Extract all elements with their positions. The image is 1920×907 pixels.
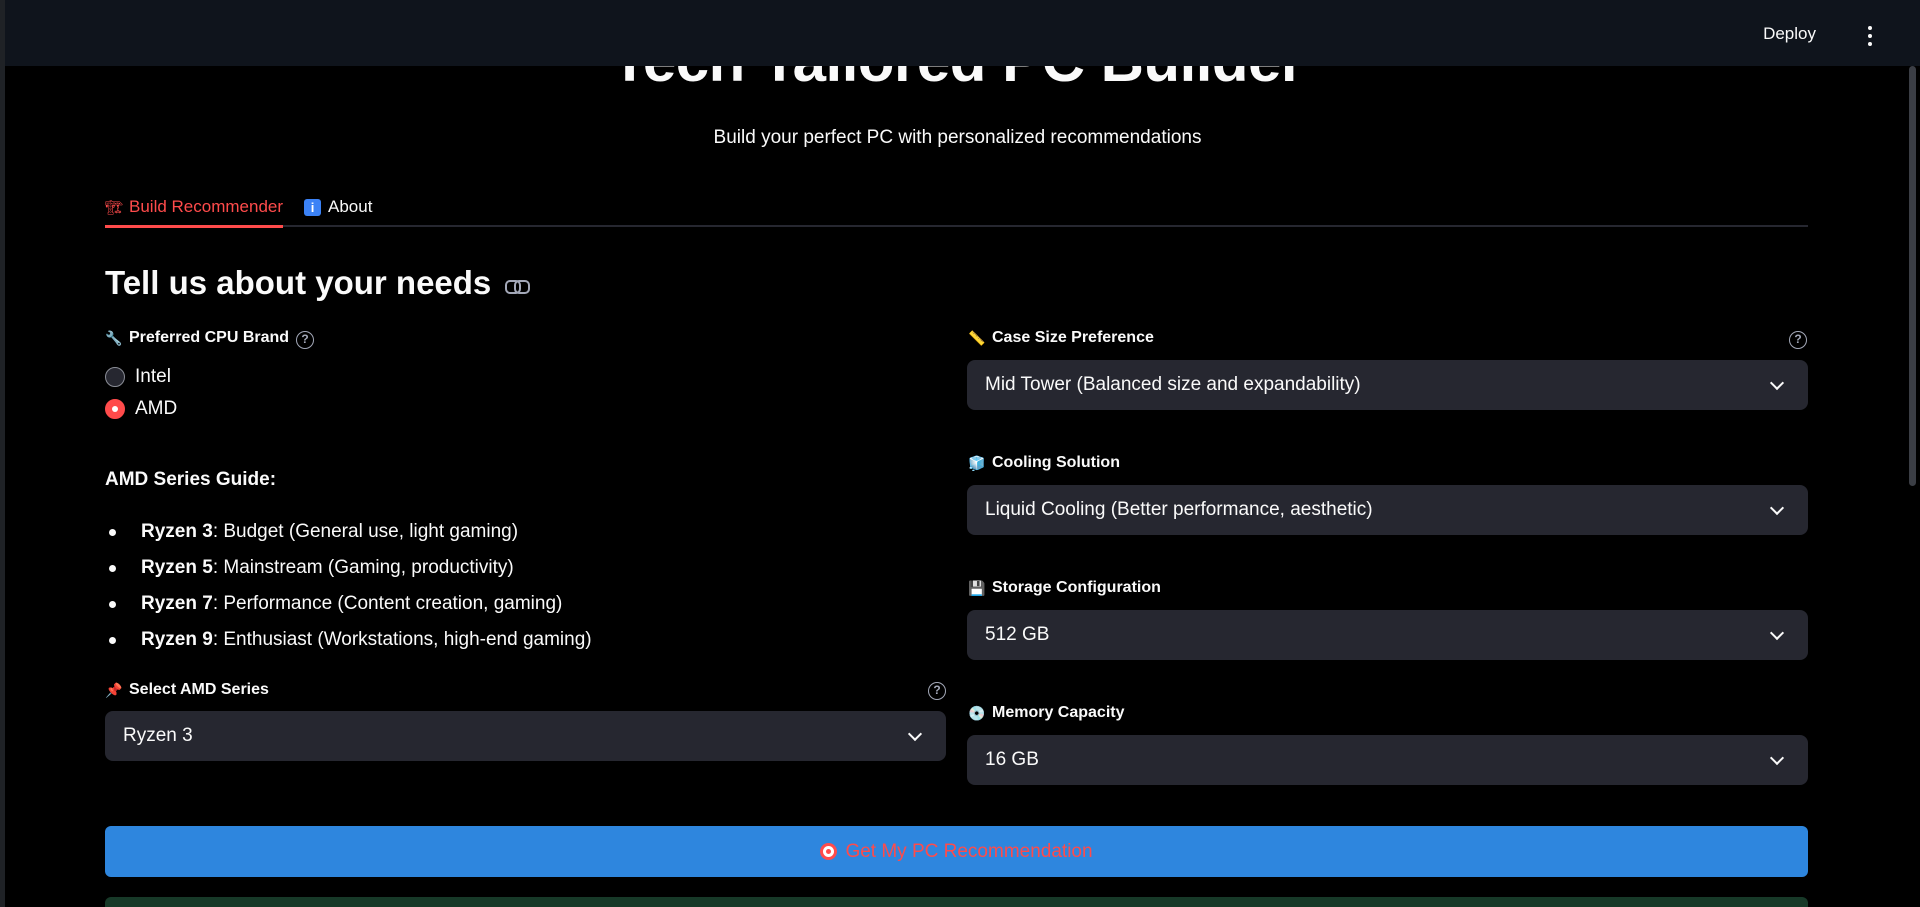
pushpin-icon: 📌 [105,681,123,698]
get-recommendation-label: Get My PC Recommendation [845,840,1093,862]
get-recommendation-button[interactable]: Get My PC Recommendation [105,826,1808,877]
list-item: Ryzen 7: Performance (Content creation, … [105,586,592,622]
info-icon: i [304,198,321,216]
result-banner [105,897,1808,907]
chevron-down-icon [1769,750,1785,766]
ice-cube-icon: 🧊 [968,454,986,471]
series-desc: : Performance (Content creation, gaming) [212,593,563,614]
cpu-brand-help-icon[interactable]: ? [296,331,314,349]
target-icon [820,843,838,860]
chevron-down-icon [1769,625,1785,641]
storage-select-value: 512 GB [985,624,1050,645]
cpu-brand-label: 🔧 Preferred CPU Brand [105,329,289,347]
section-heading-text: Tell us about your needs [105,264,492,301]
series-name: Ryzen 7 [141,593,213,614]
series-name: Ryzen 5 [141,557,213,578]
radio-label: Intel [135,366,171,387]
chevron-down-icon [1769,500,1785,516]
series-desc: : Budget (General use, light gaming) [212,521,519,542]
series-name: Ryzen 3 [141,521,213,542]
cpu-brand-label-text: Preferred CPU Brand [129,329,290,346]
section-heading: Tell us about your needs [105,264,531,302]
tab-label: About [328,197,373,216]
series-select-value: Ryzen 3 [123,725,193,746]
series-guide-title: AMD Series Guide: [105,469,277,490]
chevron-down-icon [907,726,923,742]
case-size-select-value: Mid Tower (Balanced size and expandabili… [985,374,1361,395]
series-desc: : Enthusiast (Workstations, high-end gam… [212,629,592,650]
ruler-icon: 📏 [968,329,986,346]
radio-button[interactable] [105,367,125,387]
cooling-select-value: Liquid Cooling (Better performance, aest… [985,499,1373,520]
storage-label-text: Storage Configuration [992,579,1161,596]
memory-label-text: Memory Capacity [992,704,1125,721]
app-header: Deploy [5,0,1920,66]
floppy-disk-icon: 💾 [968,579,986,596]
main-menu-icon[interactable] [1866,26,1874,46]
radio-intel[interactable]: Intel [105,366,171,388]
memory-select[interactable]: 16 GB [967,735,1808,785]
storage-label: 💾 Storage Configuration [968,579,1161,597]
series-select-label-text: Select AMD Series [129,681,269,698]
list-item: Ryzen 9: Enthusiast (Workstations, high-… [105,622,592,658]
page-subtitle: Build your perfect PC with personalized … [713,127,1202,148]
tab-bar: 🏗 Build Recommender i About [105,185,1808,228]
case-size-help-icon[interactable]: ? [1789,331,1807,349]
memory-select-value: 16 GB [985,749,1039,770]
case-size-select[interactable]: Mid Tower (Balanced size and expandabili… [967,360,1808,410]
case-size-label-text: Case Size Preference [992,329,1154,346]
memory-label: 💿 Memory Capacity [968,704,1125,722]
series-guide-list: Ryzen 3: Budget (General use, light gami… [105,514,592,658]
tab-label: Build Recommender [129,197,284,216]
wrench-icon: 🔧 [105,329,123,346]
radio-label: AMD [135,398,178,419]
cooling-select[interactable]: Liquid Cooling (Better performance, aest… [967,485,1808,535]
deploy-button[interactable]: Deploy [1763,24,1816,44]
app-root: Tech Tailored PC Builder Deploy Build yo… [0,0,1920,907]
series-desc: : Mainstream (Gaming, productivity) [212,557,514,578]
list-item: Ryzen 5: Mainstream (Gaming, productivit… [105,550,592,586]
storage-select[interactable]: 512 GB [967,610,1808,660]
list-item: Ryzen 3: Budget (General use, light gami… [105,514,592,550]
tab-build-recommender[interactable]: 🏗 Build Recommender [105,189,284,228]
series-select[interactable]: Ryzen 3 [105,711,946,761]
bricks-icon: 🏗 [105,198,123,215]
case-size-label: 📏 Case Size Preference [968,329,1154,347]
tab-about[interactable]: i About [304,189,372,225]
disc-icon: 💿 [968,704,986,721]
chevron-down-icon [1769,375,1785,391]
cooling-label: 🧊 Cooling Solution [968,454,1120,472]
anchor-link-icon[interactable] [505,280,531,294]
series-name: Ryzen 9 [141,629,213,650]
radio-amd[interactable]: AMD [105,398,177,420]
series-select-label: 📌 Select AMD Series [105,681,269,699]
cooling-label-text: Cooling Solution [992,454,1120,471]
radio-button-checked[interactable] [105,399,125,419]
series-help-icon[interactable]: ? [928,682,946,700]
